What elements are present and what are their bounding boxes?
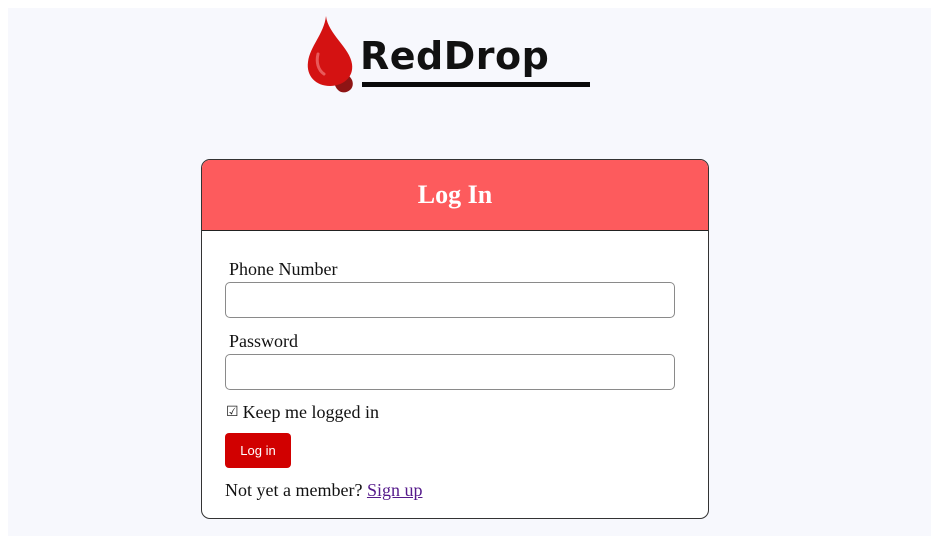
password-label: Password <box>229 331 299 351</box>
login-button[interactable]: Log in <box>225 433 291 468</box>
login-card: Log In Phone Number Password ☑ Keep me l… <box>201 159 709 519</box>
brand-name: RedDrop <box>360 34 550 78</box>
card-header: Log In <box>202 160 708 231</box>
signup-prompt: Not yet a member? <box>225 480 363 500</box>
keep-logged-in-row[interactable]: ☑ Keep me logged in <box>226 402 379 422</box>
checkbox-icon[interactable]: ☑ <box>226 402 239 422</box>
keep-logged-in-label: Keep me logged in <box>242 402 380 422</box>
password-input[interactable] <box>225 354 675 390</box>
phone-number-input[interactable] <box>225 282 675 318</box>
card-title: Log In <box>417 180 493 209</box>
brand-underline <box>362 82 590 87</box>
signup-row: Not yet a member? Sign up <box>225 480 422 500</box>
page: RedDrop Log In Phone Number Password ☑ K… <box>8 8 931 536</box>
signup-link[interactable]: Sign up <box>367 480 423 500</box>
brand-logo[interactable]: RedDrop <box>300 14 600 94</box>
phone-number-label: Phone Number <box>229 259 338 279</box>
